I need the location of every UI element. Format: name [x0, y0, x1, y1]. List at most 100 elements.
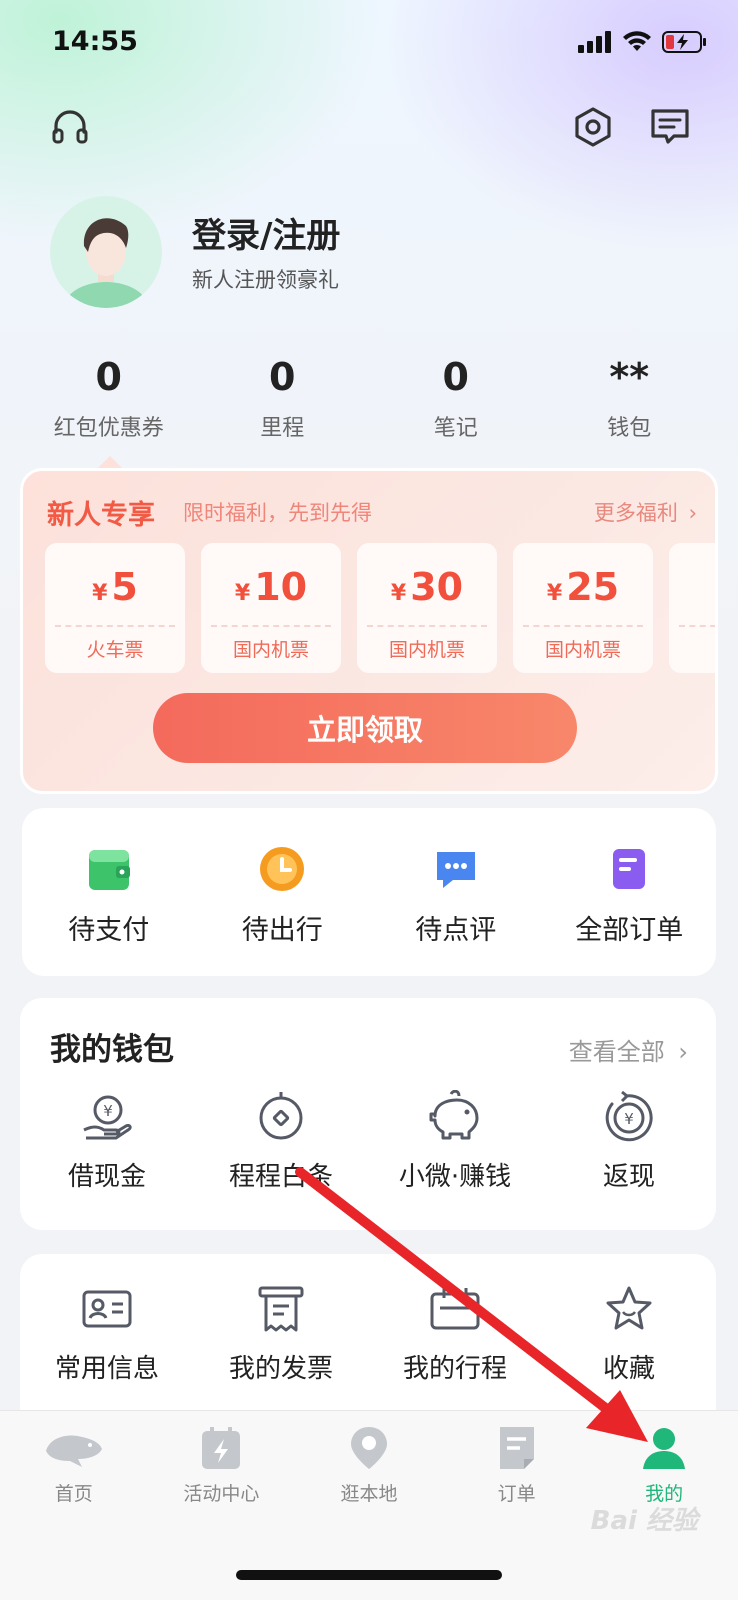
- coin-icon: [259, 1092, 303, 1140]
- wallet-grid: ¥ 借现金 程程白条 小微·赚钱 ¥ 返现: [20, 1090, 716, 1193]
- piggy-bank-icon: [429, 1090, 479, 1140]
- service-label: 收藏: [602, 1354, 655, 1384]
- tab-home[interactable]: 首页: [0, 1423, 148, 1506]
- claim-now-button[interactable]: 立即领取: [153, 693, 577, 763]
- coupon-divider: [367, 625, 487, 627]
- coupon-amount: 10: [254, 565, 308, 609]
- headset-icon: [52, 110, 88, 144]
- service-label: 我的发票: [228, 1354, 333, 1384]
- login-register-link[interactable]: 登录/注册: [192, 208, 340, 257]
- svg-text:¥: ¥: [103, 1102, 113, 1120]
- login-subtitle: 新人注册领豪礼: [192, 268, 339, 292]
- invoice-icon: [258, 1286, 304, 1332]
- order-pending-travel[interactable]: 待出行: [196, 808, 370, 976]
- watermark: Bai 经验: [590, 1506, 698, 1536]
- wallet-credit[interactable]: 程程白条: [194, 1090, 368, 1193]
- currency-symbol: ¥: [92, 581, 108, 606]
- service-label: 常用信息: [54, 1354, 159, 1384]
- status-time: 14:55: [52, 26, 138, 57]
- stat-label: 里程: [260, 416, 305, 441]
- settings-button[interactable]: [572, 106, 614, 148]
- stat-wallet[interactable]: ** 钱包: [543, 352, 717, 442]
- tab-label: 首页: [54, 1483, 93, 1505]
- signal-icon: [578, 31, 611, 53]
- service-saved-info[interactable]: 常用信息: [20, 1284, 194, 1385]
- cashback-icon: ¥: [605, 1090, 653, 1142]
- id-card-icon: [82, 1290, 132, 1328]
- stats-row: 0 红包优惠券 0 里程 0 笔记 ** 钱包: [22, 352, 716, 442]
- tab-orders[interactable]: 订单: [443, 1423, 591, 1506]
- svg-text:¥: ¥: [624, 1110, 634, 1128]
- currency-symbol: ¥: [234, 581, 251, 606]
- battery-icon: [662, 31, 706, 53]
- coupon-list: ¥5 火车票 ¥10 国内机票 ¥30 国内机票 ¥25 国内机票 ¥ 国: [45, 543, 715, 673]
- currency-symbol: ¥: [390, 581, 407, 606]
- order-icon: [499, 1427, 534, 1469]
- coupon-amount: 30: [410, 565, 464, 609]
- stat-label: 钱包: [607, 416, 652, 441]
- coupon-amount: 5: [111, 565, 138, 609]
- messages-button[interactable]: [648, 106, 692, 148]
- activity-icon: [202, 1427, 241, 1469]
- coupon-divider: [679, 625, 715, 627]
- order-label: 待出行: [241, 915, 323, 946]
- support-button[interactable]: [50, 106, 90, 146]
- stat-value: 0: [442, 355, 469, 399]
- services-grid: 常用信息 我的发票 我的行程 收藏: [20, 1284, 716, 1385]
- tab-activity-center[interactable]: 活动中心: [148, 1423, 296, 1506]
- wallet-label: 借现金: [67, 1162, 146, 1192]
- wallet-earn-money[interactable]: 小微·赚钱: [368, 1090, 542, 1193]
- orders-card: 待支付 待出行 待点评 全部订单: [22, 808, 716, 976]
- profile-icon: [643, 1428, 686, 1469]
- tab-explore-local[interactable]: 逛本地: [295, 1423, 443, 1506]
- tab-me[interactable]: 我的: [590, 1423, 738, 1506]
- promo-subtitle: 限时福利，先到先得: [183, 501, 372, 525]
- order-label: 待点评: [415, 915, 497, 946]
- cash-hand-icon: ¥: [83, 1095, 132, 1140]
- document-purple-icon: [613, 849, 646, 889]
- coupon-amount: 25: [566, 565, 620, 609]
- wallet-borrow-cash[interactable]: ¥ 借现金: [20, 1090, 194, 1193]
- coupon-card[interactable]: ¥25 国内机票: [513, 543, 653, 673]
- wallet-label: 返现: [602, 1162, 655, 1192]
- wallet-label: 程程白条: [228, 1162, 333, 1192]
- tab-label: 订单: [497, 1483, 536, 1505]
- status-icons: [578, 30, 708, 54]
- service-invoices[interactable]: 我的发票: [194, 1284, 368, 1385]
- currency-symbol: ¥: [546, 581, 563, 606]
- service-itinerary[interactable]: 我的行程: [368, 1284, 542, 1385]
- wallet-view-all-link[interactable]: 查看全部 ›: [569, 1032, 688, 1067]
- message-icon: [651, 109, 689, 144]
- order-all[interactable]: 全部订单: [543, 808, 717, 976]
- coupon-card[interactable]: ¥5 火车票: [45, 543, 185, 673]
- avatar[interactable]: [50, 196, 162, 308]
- stat-value: **: [609, 355, 650, 399]
- wallet-card: 我的钱包 查看全部 › ¥ 借现金 程程白条 小微·赚钱 ¥ 返现: [20, 998, 716, 1230]
- coupon-label: 国内机票: [388, 639, 465, 661]
- service-favorites[interactable]: 收藏: [542, 1284, 716, 1385]
- chevron-right-icon: ›: [678, 1038, 688, 1066]
- tab-label: 活动中心: [183, 1483, 260, 1505]
- coupon-card-partial[interactable]: ¥ 国: [669, 543, 715, 673]
- star-icon: [606, 1286, 652, 1330]
- promo-title: 新人专享: [47, 500, 155, 531]
- chevron-right-icon: ›: [688, 501, 697, 525]
- stat-coupons[interactable]: 0 红包优惠券: [22, 352, 196, 442]
- stat-mileage[interactable]: 0 里程: [196, 352, 370, 442]
- coupon-card[interactable]: ¥30 国内机票: [357, 543, 497, 673]
- order-pending-payment[interactable]: 待支付: [22, 808, 196, 976]
- coupon-card[interactable]: ¥10 国内机票: [201, 543, 341, 673]
- order-pending-review[interactable]: 待点评: [369, 808, 543, 976]
- chat-blue-icon: [436, 852, 475, 888]
- new-user-promo-card: 新人专享 限时福利，先到先得 更多福利 › ¥5 火车票 ¥10 国内机票 ¥3…: [20, 468, 718, 794]
- coupon-label: 火车票: [86, 639, 144, 661]
- home-dolphin-icon: [45, 1435, 102, 1467]
- wallet-cashback[interactable]: ¥ 返现: [542, 1090, 716, 1193]
- wallet-green-icon: [88, 850, 130, 890]
- promo-more-link[interactable]: 更多福利 ›: [594, 497, 697, 527]
- wallet-label: 小微·赚钱: [398, 1162, 512, 1192]
- itinerary-icon: [430, 1288, 480, 1330]
- stat-notes[interactable]: 0 笔记: [369, 352, 543, 442]
- wallet-title: 我的钱包: [50, 1032, 174, 1068]
- coupon-divider: [211, 625, 331, 627]
